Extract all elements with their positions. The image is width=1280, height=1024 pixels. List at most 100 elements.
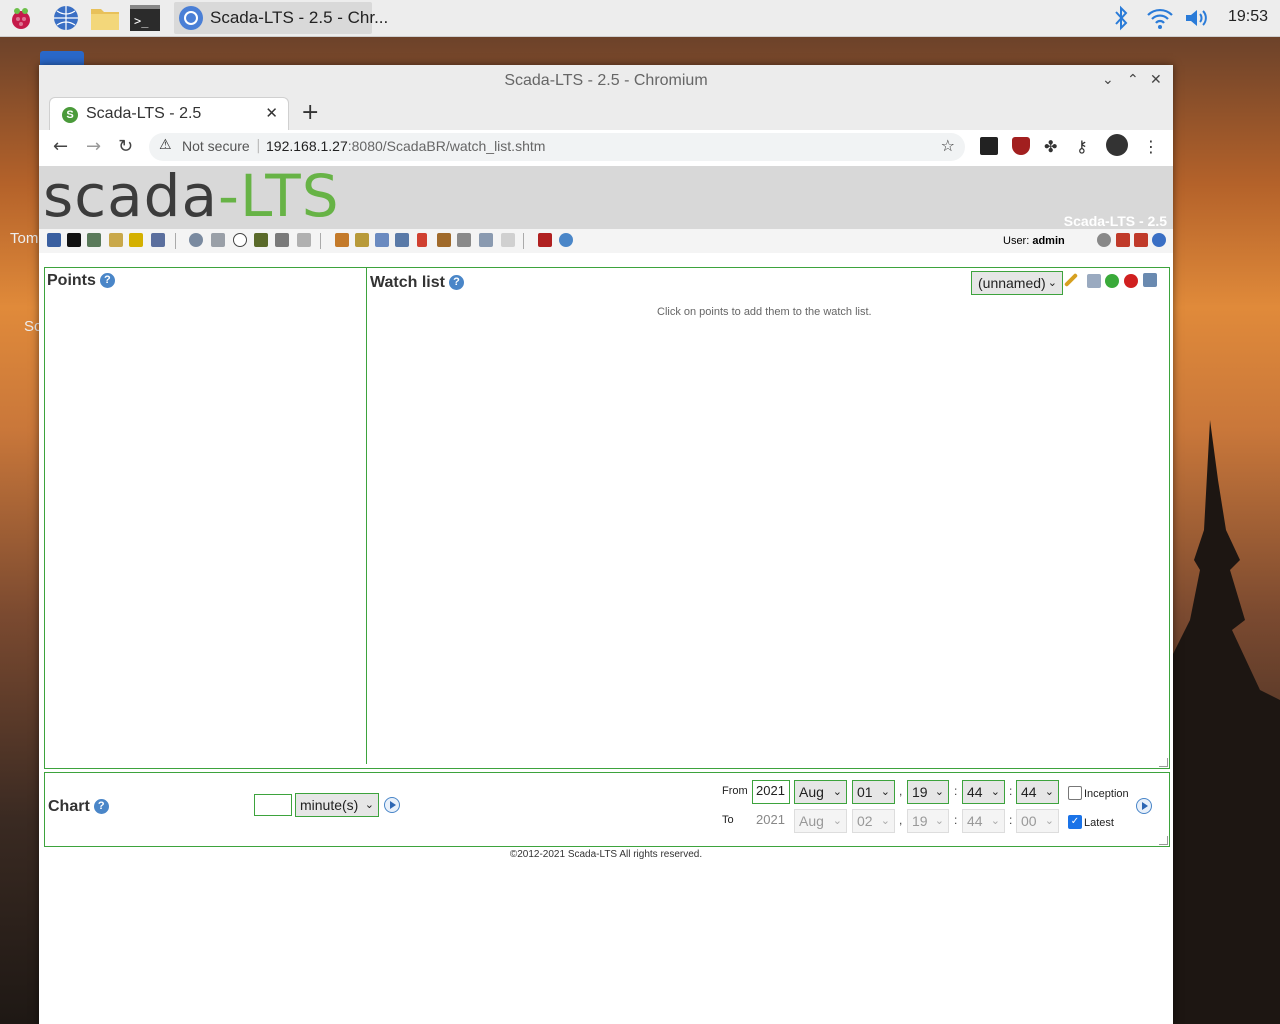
colon: : — [954, 813, 958, 827]
maximize-icon[interactable]: ⌃ — [1127, 72, 1139, 88]
bookmark-star-icon[interactable]: ☆ — [941, 136, 955, 155]
volume-icon[interactable] — [1184, 0, 1212, 36]
trash-icon[interactable] — [40, 51, 84, 65]
close-tab-icon[interactable]: ✕ — [265, 104, 278, 122]
from-year-input[interactable]: 2021 — [752, 780, 790, 804]
app-menubar: User: admin — [39, 229, 1173, 253]
database-icon[interactable] — [211, 233, 225, 247]
watchlist-help-icon[interactable]: ? — [448, 275, 464, 290]
data-sources-icon[interactable] — [189, 233, 203, 247]
minimize-icon[interactable]: ⌄ — [1102, 72, 1114, 88]
scheduled-events-icon[interactable] — [233, 233, 247, 247]
ublock-icon[interactable] — [1012, 137, 1030, 155]
from-minute-select[interactable]: 44 ⌄ — [962, 780, 1005, 804]
inception-checkbox[interactable] — [1068, 786, 1082, 800]
logout-icon[interactable] — [538, 233, 552, 247]
publishers-icon[interactable] — [417, 233, 427, 247]
help-icon[interactable] — [559, 233, 573, 247]
forward-icon[interactable]: → — [86, 136, 101, 157]
extension-h-icon[interactable] — [980, 137, 998, 155]
to-minute-select[interactable]: 44 ⌄ — [962, 809, 1005, 833]
browser-icon[interactable] — [51, 3, 81, 33]
delete-watchlist-icon[interactable] — [1124, 274, 1138, 288]
point-links-icon[interactable] — [275, 233, 289, 247]
emport-icon[interactable] — [479, 233, 493, 247]
period-refresh-icon[interactable] — [384, 797, 400, 813]
sound-icon[interactable] — [1097, 233, 1111, 247]
reports-icon[interactable] — [151, 233, 165, 247]
sql-icon[interactable] — [501, 233, 515, 247]
reload-icon[interactable]: ↻ — [118, 136, 133, 157]
profile-avatar-icon[interactable] — [1106, 134, 1128, 156]
clock: 19:53 — [1227, 8, 1268, 25]
from-month-select[interactable]: Aug ⌄ — [794, 780, 847, 804]
warning-icon[interactable]: ⚠ — [159, 137, 172, 153]
users-icon[interactable] — [335, 233, 349, 247]
desktop-label[interactable]: Tom — [10, 230, 38, 247]
point-hierarchy-icon[interactable] — [87, 233, 101, 247]
resize-handle[interactable] — [1159, 758, 1168, 767]
maintenance-icon[interactable] — [437, 233, 451, 247]
url-text[interactable]: 192.168.1.27:8080/ScadaBR/watch_list.sht… — [266, 138, 545, 154]
watchlist-select[interactable]: (unnamed) ⌄ — [971, 271, 1063, 295]
resize-handle[interactable] — [1159, 836, 1168, 845]
copy-watchlist-icon[interactable] — [1087, 274, 1101, 288]
events-icon[interactable] — [129, 233, 143, 247]
tab-scada[interactable]: S Scada-LTS - 2.5 ✕ — [49, 97, 289, 131]
from-hour-select[interactable]: 19 ⌄ — [907, 780, 949, 804]
terminal-icon[interactable]: >_ — [130, 3, 160, 33]
taskbar-chromium-window[interactable]: Scada-LTS - 2.5 - Chr... — [174, 2, 388, 34]
chart-title: Chart? — [48, 798, 109, 816]
chart-refresh-icon[interactable] — [1136, 798, 1152, 814]
mailing-lists-icon[interactable] — [395, 233, 409, 247]
set-homepage-icon[interactable] — [1134, 233, 1148, 247]
home-icon[interactable] — [1116, 233, 1130, 247]
close-window-icon[interactable]: ✕ — [1150, 72, 1162, 88]
to-year-input[interactable]: 2021 — [752, 809, 790, 833]
comma: , — [899, 784, 903, 798]
bluetooth-icon[interactable] — [1112, 0, 1130, 36]
from-label: From — [722, 785, 748, 797]
svg-text:>_: >_ — [134, 14, 149, 28]
to-day-select[interactable]: 02 ⌄ — [852, 809, 895, 833]
add-watchlist-icon[interactable] — [1105, 274, 1119, 288]
raspberry-menu-icon[interactable] — [6, 3, 36, 33]
key-icon[interactable]: ⚷ — [1076, 137, 1094, 156]
temple-silhouette — [1170, 420, 1280, 1024]
from-day-select[interactable]: 01 ⌄ — [852, 780, 895, 804]
tab-strip: S Scada-LTS - 2.5 ✕ + — [39, 97, 1173, 131]
to-second-select[interactable]: 00 ⌄ — [1016, 809, 1059, 833]
wifi-icon[interactable] — [1146, 0, 1174, 36]
watchlist-hint: Click on points to add them to the watch… — [657, 306, 872, 318]
period-unit-select[interactable]: minute(s) ⌄ — [295, 793, 379, 817]
alarms-icon[interactable] — [109, 233, 123, 247]
chart-help-icon[interactable]: ? — [93, 799, 109, 814]
extensions-puzzle-icon[interactable]: ✤ — [1044, 137, 1062, 156]
period-input[interactable] — [254, 794, 292, 816]
points-help-icon[interactable]: ? — [99, 273, 115, 288]
to-month-select[interactable]: Aug ⌄ — [794, 809, 847, 833]
kebab-menu-icon[interactable]: ⋮ — [1143, 137, 1161, 156]
language-globe-icon[interactable] — [1152, 233, 1166, 247]
scripting-icon[interactable] — [297, 233, 311, 247]
new-tab-icon[interactable]: + — [301, 100, 319, 125]
event-detectors-icon[interactable] — [254, 233, 268, 247]
points-pane: Points? — [45, 268, 367, 764]
file-manager-icon[interactable] — [90, 3, 120, 33]
taskbar-window-title: Scada-LTS - 2.5 - Chr... — [210, 8, 389, 27]
point-hierarchy-edit-icon[interactable] — [375, 233, 389, 247]
user-profiles-icon[interactable] — [355, 233, 369, 247]
address-bar[interactable]: ⚠ Not secure | 192.168.1.27:8080/ScadaBR… — [149, 133, 965, 161]
from-second-select[interactable]: 44 ⌄ — [1016, 780, 1059, 804]
watch-list-icon[interactable] — [47, 233, 61, 247]
colon: : — [954, 784, 958, 798]
export-watchlist-icon[interactable] — [1143, 273, 1157, 287]
edit-pencil-icon[interactable] — [1063, 272, 1079, 288]
not-secure-label[interactable]: Not secure — [182, 138, 250, 154]
back-icon[interactable]: ← — [53, 136, 68, 157]
url-path: :8080/ScadaBR/watch_list.shtm — [347, 138, 546, 154]
to-hour-select[interactable]: 19 ⌄ — [907, 809, 949, 833]
latest-checkbox[interactable]: ✓ — [1068, 815, 1082, 829]
system-settings-icon[interactable] — [457, 233, 471, 247]
graphical-views-icon[interactable] — [67, 233, 81, 247]
